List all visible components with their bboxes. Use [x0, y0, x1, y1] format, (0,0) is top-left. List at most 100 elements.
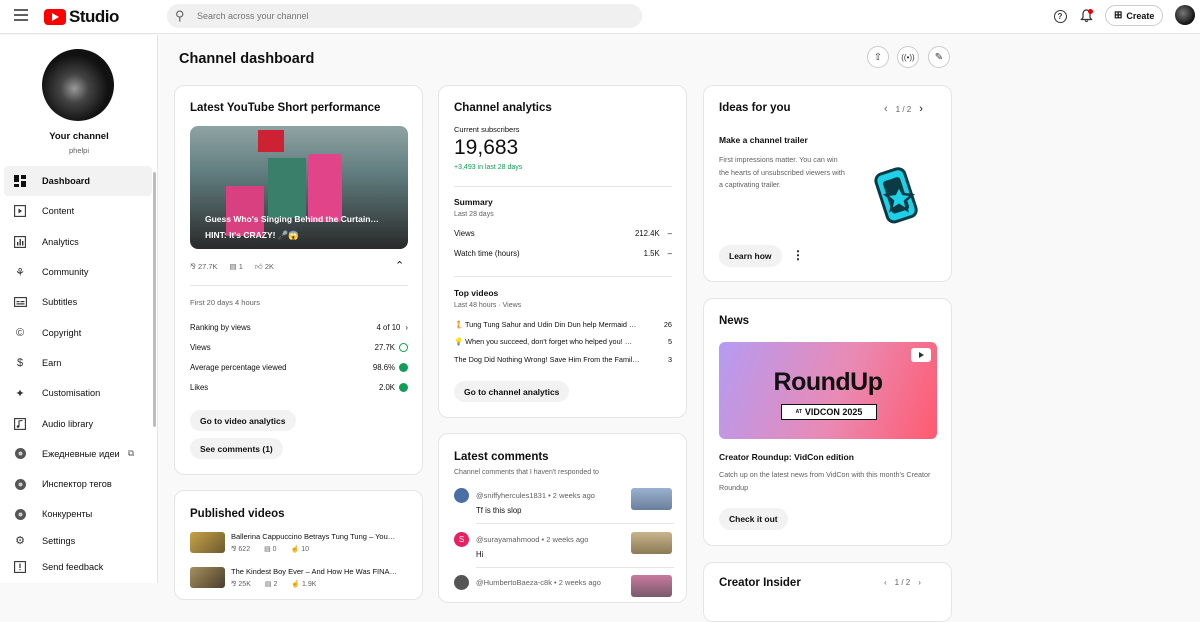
notifications-bell-icon[interactable]	[1077, 7, 1095, 25]
thumbnail-title-line2: HINT: It's CRAZY! 🎤😱	[205, 230, 300, 240]
chevron-left-icon[interactable]: ‹	[884, 103, 888, 115]
studio-logo[interactable]: Studio	[44, 7, 119, 27]
sidebar-item-audio-library[interactable]: Audio library	[4, 408, 152, 438]
stat-label: Views	[190, 343, 211, 353]
see-comments-button[interactable]: See comments (1)	[190, 438, 283, 459]
stat-row-ranking[interactable]: Ranking by views 4 of 10 ›	[190, 323, 408, 332]
create-button[interactable]: ⊞ Create	[1105, 5, 1164, 26]
ideas-pager: ‹ 1 / 2 ›	[884, 103, 923, 115]
sidebar-item-send-feedback[interactable]: Send feedback	[4, 552, 152, 582]
menu-icon[interactable]	[14, 9, 28, 21]
views-count: 25K	[238, 581, 251, 588]
creator-insider-card: Creator Insider ‹ 1 / 2 ›	[703, 562, 952, 622]
sidebar-item-copyright[interactable]: © Copyright	[4, 317, 152, 347]
video-thumbnail[interactable]	[631, 532, 672, 554]
news-card: News RoundUp AT VIDCON 2025 Creator Roun…	[703, 298, 952, 546]
stat-row-likes: Likes 2.0K	[190, 383, 408, 393]
go-to-video-analytics-button[interactable]: Go to video analytics	[190, 410, 296, 431]
likes-stat: ☝ 1.9K	[291, 581, 317, 588]
card-title: Channel analytics	[454, 102, 552, 114]
comment-item[interactable]: S @surayamahmood • 2 weeks ago Hi	[454, 532, 674, 568]
stat-label: Average percentage viewed	[190, 363, 287, 373]
commenter-avatar[interactable]: S	[454, 532, 469, 547]
account-avatar[interactable]	[1175, 5, 1195, 25]
sidebar-item-analytics[interactable]: Analytics	[4, 227, 152, 257]
search-icon[interactable]: ⚲	[175, 8, 197, 24]
thumb-decor	[258, 130, 284, 152]
go-live-button[interactable]: ((•))	[897, 46, 919, 68]
channel-handle: phelpi	[68, 146, 90, 155]
earn-icon: $	[16, 356, 24, 369]
search-input[interactable]	[197, 11, 597, 21]
video-item[interactable]: Ballerina Cappuccino Betrays Tung Tung –…	[190, 532, 395, 553]
youtube-logo-icon	[44, 9, 66, 25]
search-bar[interactable]: ⚲	[167, 4, 642, 28]
news-banner[interactable]: RoundUp AT VIDCON 2025	[719, 342, 937, 439]
comment-item[interactable]: @HumbertoBaeza-c8k • 2 weeks ago	[454, 575, 674, 602]
comment-text: Tf is this slop	[476, 506, 522, 515]
short-stats: ⅋ 27.7K ▤ 1 👍︎ 2K	[190, 262, 274, 272]
sidebar: Your channel phelpi Dashboard Content An…	[0, 35, 158, 583]
card-title: News	[719, 315, 750, 327]
period-label: First 20 days 4 hours	[190, 298, 261, 307]
logo-text: Studio	[69, 7, 119, 26]
help-icon[interactable]: ?	[1051, 7, 1069, 25]
chevron-right-icon[interactable]: ›	[919, 103, 923, 115]
sidebar-item-customisation[interactable]: ✦ Customisation	[4, 378, 152, 408]
community-icon: ⚘	[15, 266, 25, 279]
check-it-out-button[interactable]: Check it out	[719, 508, 788, 530]
channel-avatar[interactable]	[42, 49, 114, 121]
learn-how-button[interactable]: Learn how	[719, 245, 782, 267]
create-plus-icon: ⊞	[1114, 10, 1123, 21]
summary-label: Watch time (hours)	[454, 249, 520, 258]
sidebar-item-community[interactable]: ⚘ Community	[4, 257, 152, 287]
sidebar-scrollbar[interactable]	[153, 172, 156, 427]
sidebar-item-competitors[interactable]: Конкуренты	[4, 499, 152, 529]
create-post-button[interactable]: ✎	[928, 46, 950, 68]
stat-label: Ranking by views	[190, 323, 251, 332]
sidebar-item-earn[interactable]: $ Earn	[4, 348, 152, 378]
top-video-title: Tung Tung Sahur and Udin Din Dun help Me…	[465, 320, 637, 329]
comments-count: 1	[238, 262, 243, 271]
sidebar-item-subtitles[interactable]: Subtitles	[4, 287, 152, 317]
channel-analytics-card: Channel analytics Current subscribers 19…	[438, 85, 687, 418]
chevron-up-icon[interactable]: ⌃	[395, 259, 404, 272]
ideas-card: Ideas for you ‹ 1 / 2 › Make a channel t…	[703, 85, 952, 282]
notification-dot	[1088, 9, 1093, 14]
card-title: Creator Insider	[719, 577, 801, 589]
sidebar-nav: Dashboard Content Analytics ⚘ Community …	[4, 166, 152, 582]
video-thumbnail[interactable]	[631, 575, 672, 597]
summary-label: Views	[454, 229, 475, 238]
sidebar-item-tag-inspector[interactable]: Инспектор тегов	[4, 469, 152, 499]
top-video-row[interactable]: 💡 When you succeed, don't forget who hel…	[454, 337, 672, 346]
summary-period: Last 28 days	[454, 211, 494, 218]
top-video-row[interactable]: 🧜 Tung Tung Sahur and Udin Din Dun help …	[454, 320, 672, 329]
comment-item[interactable]: @sniffyhercules1831 • 2 weeks ago Tf is …	[454, 488, 674, 524]
top-videos-period: Last 48 hours · Views	[454, 302, 522, 309]
short-thumbnail[interactable]: Guess Who's Singing Behind the Curtain… …	[190, 126, 408, 249]
upload-button[interactable]: ⇧	[867, 46, 889, 68]
latest-comments-card: Latest comments Channel comments that I …	[438, 433, 687, 603]
divider	[476, 523, 674, 524]
sidebar-item-daily-ideas[interactable]: Ежедневные идеи ⧉	[4, 439, 152, 469]
top-video-row[interactable]: The Dog Did Nothing Wrong! Save Him From…	[454, 355, 672, 364]
subscribers-label: Current subscribers	[454, 125, 520, 134]
sidebar-item-content[interactable]: Content	[4, 196, 152, 226]
video-thumbnail[interactable]	[631, 488, 672, 510]
video-item[interactable]: The Kindest Boy Ever – And How He Was FI…	[190, 567, 397, 588]
idea-body: First impressions matter. You can win th…	[719, 155, 845, 189]
subscribers-count: 19,683	[454, 136, 519, 159]
commenter-avatar[interactable]	[454, 488, 469, 503]
sidebar-item-dashboard[interactable]: Dashboard	[4, 166, 152, 197]
comments-stat: ▤ 0	[264, 546, 277, 553]
go-to-channel-analytics-button[interactable]: Go to channel analytics	[454, 381, 570, 402]
sidebar-item-label: Settings	[42, 535, 76, 546]
sidebar-item-label: Copyright	[42, 327, 82, 338]
views-count: 622	[238, 546, 251, 553]
sidebar-item-label: Community	[42, 267, 89, 278]
sidebar-item-settings[interactable]: ⚙ Settings	[4, 530, 152, 552]
more-vert-icon[interactable]: ⋮	[792, 248, 804, 262]
sidebar-item-label: Analytics	[42, 236, 79, 247]
banner-at-text: AT	[795, 409, 802, 415]
thumb-decor	[268, 158, 306, 218]
